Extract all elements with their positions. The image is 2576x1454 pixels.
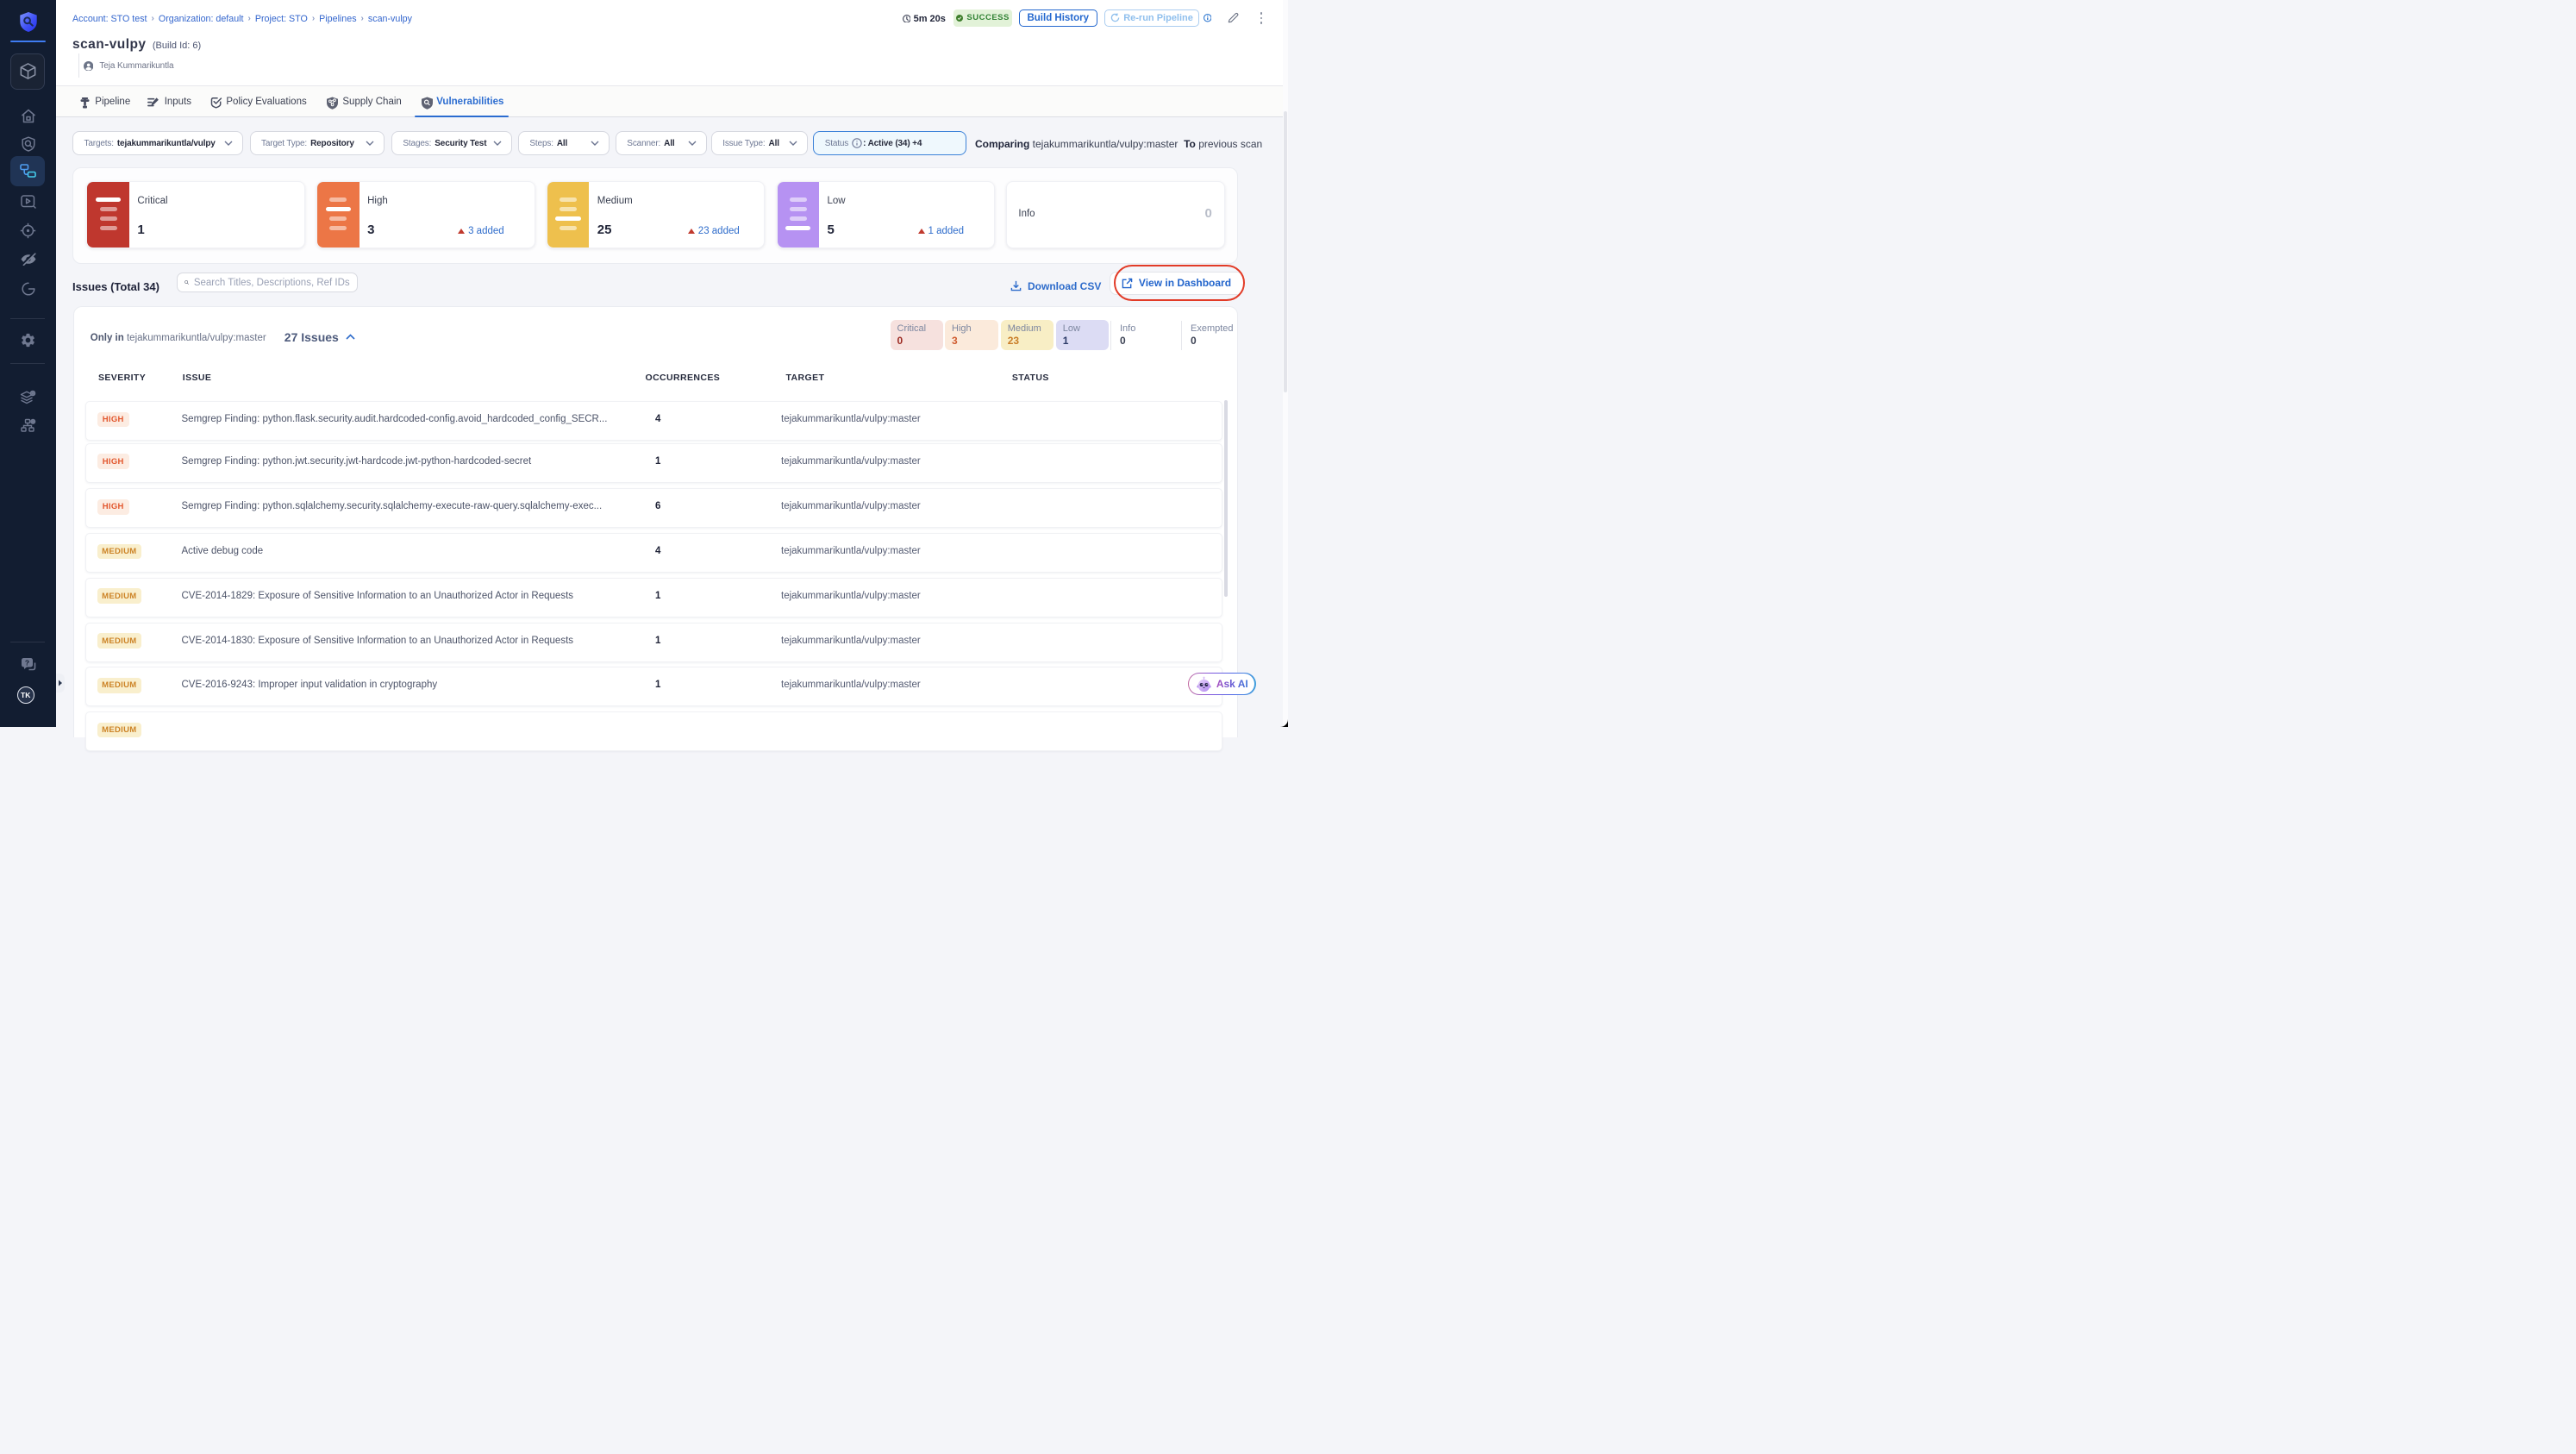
svg-text:?: ? <box>24 658 28 667</box>
